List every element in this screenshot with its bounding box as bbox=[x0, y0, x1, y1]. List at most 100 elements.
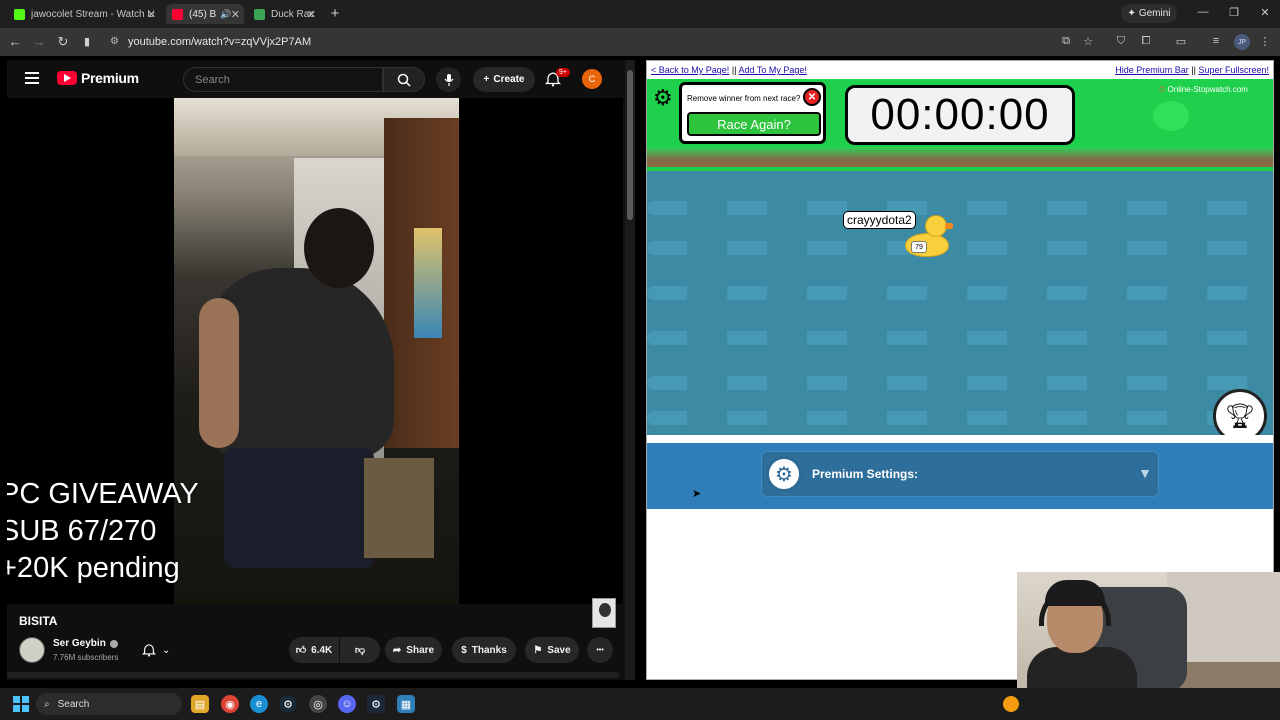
profile-avatar[interactable]: JP bbox=[1234, 34, 1250, 50]
link-separator: || bbox=[731, 65, 737, 75]
save-label: Save bbox=[547, 644, 571, 656]
dislike-button[interactable]: 👎︎ bbox=[340, 637, 380, 663]
more-actions-button[interactable]: ••• bbox=[587, 637, 613, 663]
notepad-icon[interactable]: ▦ bbox=[397, 695, 415, 713]
restore-button[interactable]: ❐ bbox=[1226, 6, 1242, 19]
thumbs-down-icon: 👎︎ bbox=[354, 645, 366, 656]
app-icon[interactable]: ◎ bbox=[309, 695, 327, 713]
search-button[interactable] bbox=[383, 67, 425, 92]
site-logo-text: Online-Stopwatch.com bbox=[1167, 85, 1248, 94]
video-poster bbox=[414, 228, 442, 338]
like-button[interactable]: 👍︎ 6.4K bbox=[289, 637, 339, 663]
forward-icon[interactable]: → bbox=[31, 34, 47, 50]
steam-icon[interactable]: ⚙ bbox=[279, 695, 297, 713]
site-info-icon[interactable]: ⚙ bbox=[110, 36, 119, 47]
scrollbar-thumb[interactable] bbox=[627, 70, 633, 220]
thanks-label: Thanks bbox=[471, 644, 507, 656]
media-controls-icon[interactable]: ≡ bbox=[1208, 35, 1224, 47]
thanks-button[interactable]: $ Thanks bbox=[452, 637, 516, 663]
online-stopwatch-logo[interactable]: ⏱ Online-Stopwatch.com bbox=[1159, 85, 1248, 95]
video-player[interactable]: PC GIVEAWAY SUB 67/270 +20K pending bbox=[7, 98, 623, 628]
channel-avatar[interactable] bbox=[19, 637, 45, 663]
gemini-label: Gemini bbox=[1138, 8, 1171, 19]
discord-icon[interactable]: ☺ bbox=[338, 695, 356, 713]
tab-duck-race[interactable]: Duck Race ✕ bbox=[248, 4, 320, 24]
voice-search-button[interactable] bbox=[436, 67, 461, 92]
channel-watermark[interactable] bbox=[592, 598, 616, 628]
search-input[interactable]: Search bbox=[183, 67, 383, 92]
bookmark-star-icon[interactable]: ☆ bbox=[1080, 35, 1096, 48]
race-scene: ⚙ Remove winner from next race? ✕ Race A… bbox=[647, 79, 1273, 443]
speaker-icon[interactable]: 🔊 bbox=[220, 9, 231, 20]
search-icon: ⌕ bbox=[44, 698, 50, 710]
close-window-button[interactable]: ✕ bbox=[1257, 6, 1273, 19]
youtube-play-icon bbox=[57, 71, 77, 85]
channel-name-row[interactable]: Ser Geybin bbox=[53, 638, 118, 649]
giveaway-overlay: PC GIVEAWAY SUB 67/270 +20K pending bbox=[7, 476, 199, 587]
hide-premium-bar-link[interactable]: Hide Premium Bar bbox=[1115, 65, 1189, 75]
premium-settings-toggle[interactable]: ⚙ Premium Settings: ▼ bbox=[761, 451, 1159, 497]
browser-tab-strip: jawocolet Stream - Watch Live ✕ (45) B 🔊… bbox=[0, 0, 1280, 28]
side-panel-icon[interactable]: ▮ bbox=[79, 34, 95, 50]
bell-icon bbox=[142, 644, 156, 657]
tab-kick-stream[interactable]: jawocolet Stream - Watch Live ✕ bbox=[8, 4, 160, 24]
taskbar-search[interactable]: ⌕ Search bbox=[36, 693, 182, 715]
dollar-icon: $ bbox=[461, 644, 467, 656]
address-bar[interactable]: youtube.com/watch?v=zqVVjx2P7AM bbox=[128, 36, 311, 48]
tab-title: jawocolet Stream - Watch Live bbox=[31, 8, 154, 20]
minimize-button[interactable]: — bbox=[1195, 6, 1211, 18]
gemini-button[interactable]: ✦ Gemini bbox=[1121, 4, 1177, 23]
microphone-icon bbox=[444, 73, 453, 86]
account-avatar[interactable]: C bbox=[582, 69, 602, 89]
race-control-panel: Remove winner from next race? ✕ Race Aga… bbox=[679, 82, 826, 144]
remove-winner-toggle-icon[interactable]: ✕ bbox=[803, 88, 821, 106]
share-arrow-icon: ➦ bbox=[392, 644, 402, 656]
reload-icon[interactable]: ↻ bbox=[55, 34, 71, 50]
kebab-menu-icon[interactable]: ⋮ bbox=[1257, 35, 1273, 48]
tab-search-icon[interactable]: ▭ bbox=[1173, 35, 1189, 48]
chevron-down-icon: ▼ bbox=[1138, 465, 1152, 481]
race-again-button[interactable]: Race Again? bbox=[687, 112, 821, 136]
tab-youtube[interactable]: (45) B 🔊 ✕ bbox=[166, 4, 244, 24]
horizontal-scrollbar[interactable] bbox=[7, 672, 619, 678]
extensions-icon[interactable]: ⧠ bbox=[1138, 35, 1154, 48]
duck-icon: 79 bbox=[903, 215, 953, 261]
edge-icon[interactable]: e bbox=[250, 695, 268, 713]
right-links: Hide Premium Bar || Super Fullscreen! bbox=[1115, 65, 1269, 75]
chrome-icon[interactable]: ◉ bbox=[221, 695, 239, 713]
cast-icon[interactable]: ⧉ bbox=[1058, 35, 1074, 48]
share-button[interactable]: ➦ Share bbox=[385, 637, 442, 663]
add-to-my-page-link[interactable]: Add To My Page! bbox=[739, 65, 807, 75]
tab-close-icon[interactable]: ✕ bbox=[307, 8, 316, 21]
save-button[interactable]: ⚑ Save bbox=[525, 637, 579, 663]
tab-close-icon[interactable]: ✕ bbox=[147, 8, 156, 21]
premium-link-bar: < Back to My Page! || Add To My Page! Hi… bbox=[647, 61, 1273, 79]
scene-divider bbox=[647, 435, 1273, 443]
subscription-notification-button[interactable]: ⌄ bbox=[142, 638, 182, 662]
channel-name[interactable]: Ser Geybin bbox=[53, 638, 106, 649]
hamburger-menu-icon[interactable] bbox=[25, 72, 39, 84]
premium-settings-section: ⚙ Premium Settings: ▼ bbox=[647, 443, 1273, 509]
premium-settings-label: Premium Settings: bbox=[812, 467, 919, 481]
bush-decoration bbox=[1153, 101, 1189, 131]
duck-race-favicon-icon bbox=[254, 8, 265, 20]
back-to-my-page-link[interactable]: < Back to My Page! bbox=[651, 65, 729, 75]
youtube-logo[interactable]: Premium bbox=[57, 70, 139, 86]
super-fullscreen-link[interactable]: Super Fullscreen! bbox=[1198, 65, 1269, 75]
new-tab-button[interactable]: + bbox=[327, 5, 343, 22]
tab-title: (45) B bbox=[189, 8, 217, 20]
youtube-favicon-icon bbox=[172, 8, 183, 20]
create-button[interactable]: + Create bbox=[473, 67, 535, 92]
streamer-webcam bbox=[1017, 572, 1280, 692]
system-tray-icon[interactable] bbox=[1003, 696, 1019, 712]
plus-icon: + bbox=[483, 74, 490, 85]
back-icon[interactable]: ← bbox=[7, 34, 23, 50]
file-explorer-icon[interactable]: ▤ bbox=[191, 695, 209, 713]
steam-client-icon[interactable]: ⚙ bbox=[367, 695, 385, 713]
settings-gear-icon[interactable]: ⚙ bbox=[653, 85, 673, 111]
mouse-cursor-icon: ➤ bbox=[692, 488, 702, 500]
shield-icon[interactable]: ⛉ bbox=[1113, 35, 1129, 48]
windows-start-icon[interactable] bbox=[13, 696, 29, 712]
chevron-down-icon: ⌄ bbox=[162, 644, 171, 656]
tab-close-icon[interactable]: ✕ bbox=[231, 8, 240, 21]
